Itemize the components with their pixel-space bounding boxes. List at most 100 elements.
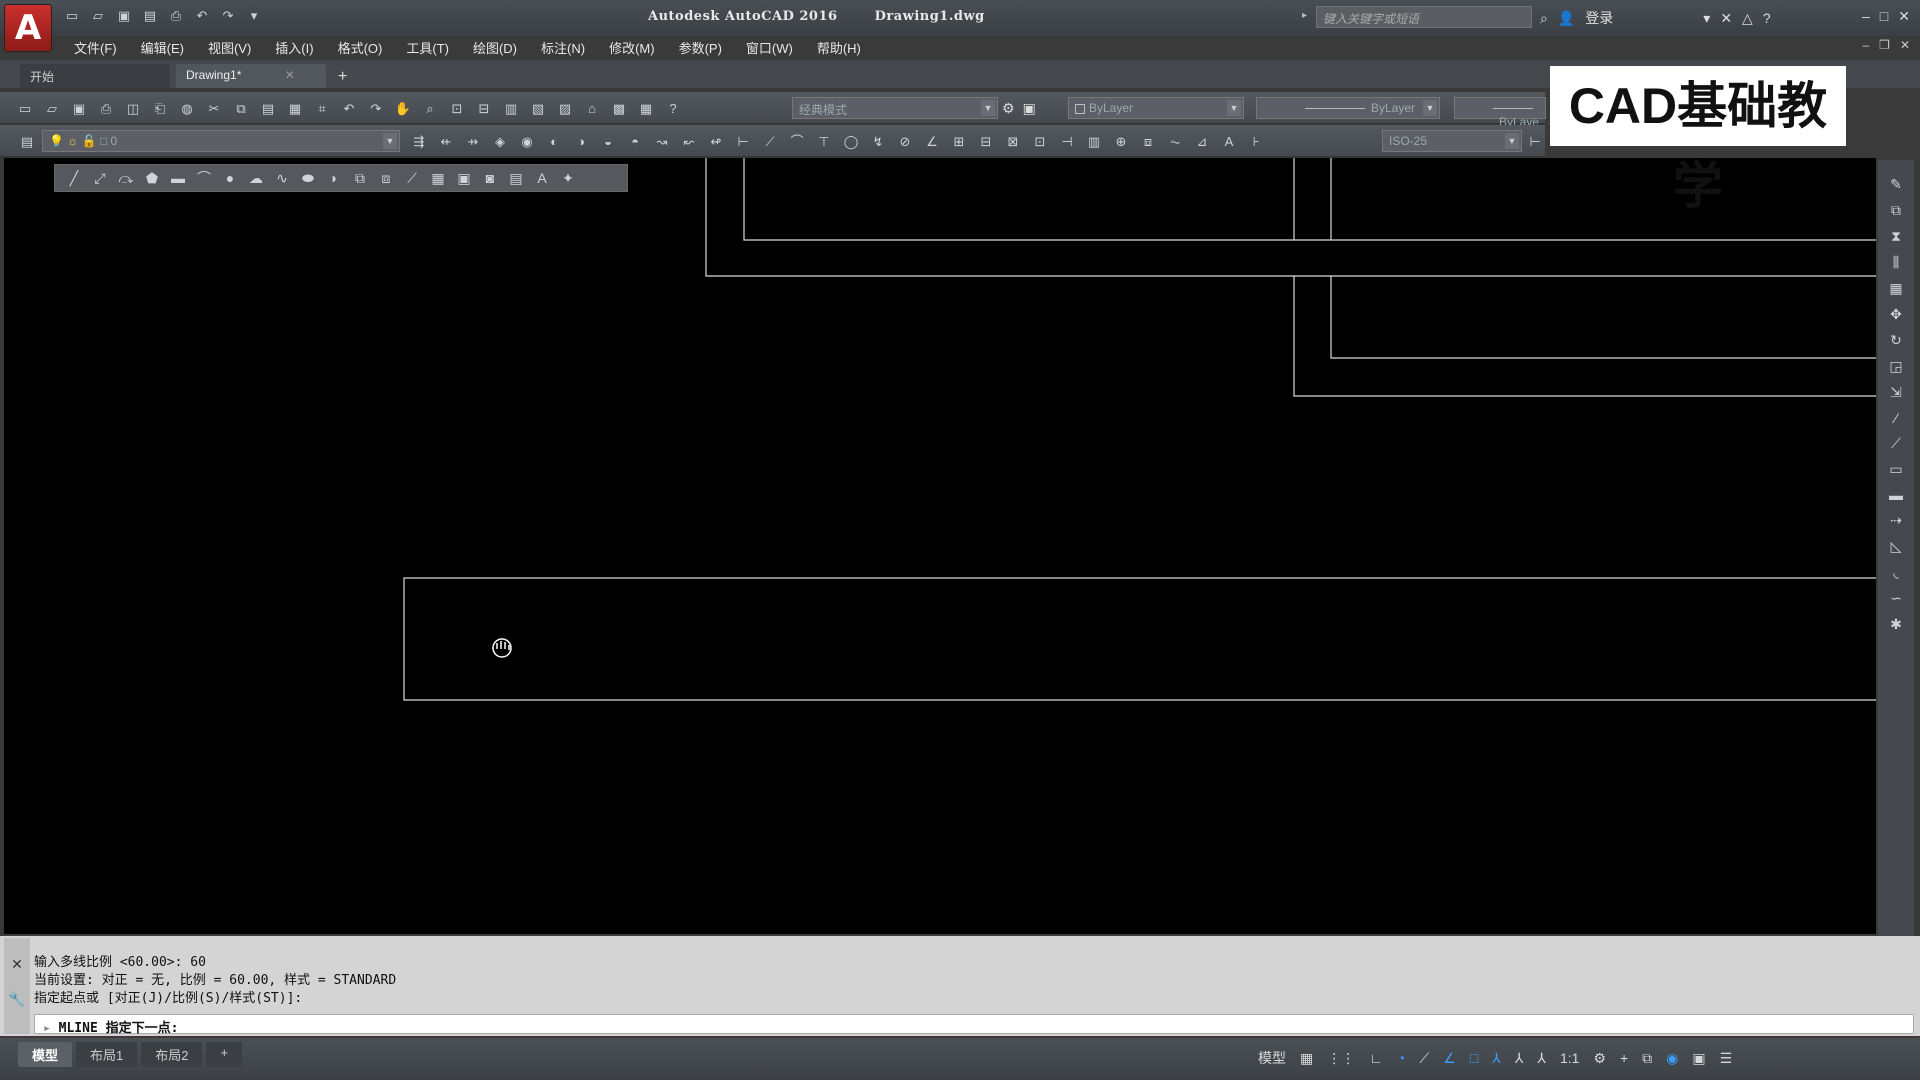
3d-dwf-icon[interactable]: ◍ [178, 100, 196, 118]
inspect-icon[interactable]: ⧈ [1139, 133, 1157, 151]
layer-properties-icon[interactable]: ▤ [18, 133, 36, 151]
add-layout-icon[interactable]: + [206, 1042, 243, 1067]
menu-draw[interactable]: 绘图(D) [461, 36, 529, 58]
hatch-icon[interactable]: ▦ [429, 170, 447, 187]
scale-value[interactable]: 1:1 [1560, 1050, 1579, 1066]
fillet-icon[interactable]: ◟ [1893, 564, 1898, 581]
multiline-text-icon[interactable]: A [533, 170, 551, 186]
preview-icon[interactable]: ◫ [124, 100, 142, 118]
menu-help[interactable]: 帮助(H) [805, 36, 873, 58]
break-at-point-icon[interactable]: ▭ [1889, 461, 1902, 478]
menu-insert[interactable]: 插入(I) [263, 36, 325, 58]
save-icon[interactable]: ▣ [114, 6, 134, 26]
redo-icon[interactable]: ↷ [218, 6, 238, 26]
dimstyle-select[interactable]: ISO-25 ▼ [1382, 130, 1522, 152]
lineweight-select[interactable]: ByLaye [1454, 97, 1546, 129]
close-command-icon[interactable]: ✕ [4, 956, 30, 973]
layer-previous-icon[interactable]: ⇷ [437, 133, 455, 151]
help-icon[interactable]: ? [664, 100, 682, 118]
copy-object-icon[interactable]: ⧉ [1891, 202, 1901, 219]
block-editor-icon[interactable]: ⌗ [313, 100, 331, 118]
quick-dim-icon[interactable]: ⊞ [950, 133, 968, 151]
layer-walk-icon[interactable]: ↝ [653, 133, 671, 151]
workspace-settings-icon[interactable]: ▣ [1023, 100, 1036, 117]
open-icon[interactable]: ▱ [43, 100, 61, 118]
undo-icon[interactable]: ↶ [340, 100, 358, 118]
match-properties-icon[interactable]: ▦ [286, 100, 304, 118]
pan-icon[interactable]: ✋ [394, 100, 412, 118]
scale-icon[interactable]: ◲ [1889, 358, 1902, 375]
layer-isolate-icon[interactable]: ◈ [491, 133, 509, 151]
linear-dim-icon[interactable]: ⊢ [734, 133, 752, 151]
model-space-button[interactable]: 模型 [1258, 1048, 1286, 1068]
doc-close-icon[interactable]: ✕ [1900, 38, 1910, 52]
layer-delete-icon[interactable]: ↫ [707, 133, 725, 151]
dim-edit-icon[interactable]: ⊿ [1193, 133, 1211, 151]
paste-icon[interactable]: ▤ [259, 100, 277, 118]
undo-icon[interactable]: ↶ [192, 6, 212, 26]
dim-space-icon[interactable]: ⊡ [1031, 133, 1049, 151]
insert-block-icon[interactable]: ⧉ [351, 170, 369, 187]
chamfer-icon[interactable]: ◺ [1891, 538, 1902, 555]
customize-dropdown-icon[interactable]: ▾ [244, 6, 264, 26]
jogged-dim-icon[interactable]: ↯ [869, 133, 887, 151]
rectangle-icon[interactable]: ▬ [169, 170, 187, 186]
table-icon[interactable]: ▤ [507, 170, 525, 187]
save-icon[interactable]: ▣ [70, 100, 88, 118]
maximize-icon[interactable]: □ [1880, 8, 1888, 25]
command-input[interactable]: ▸ MLINE 指定下一点: [34, 1014, 1914, 1036]
cut-icon[interactable]: ✂ [205, 100, 223, 118]
menu-file[interactable]: 文件(F) [62, 36, 129, 58]
close-icon[interactable]: ✕ [1898, 8, 1910, 25]
revision-cloud-icon[interactable]: ☁ [247, 170, 265, 187]
annotation-scale-auto-icon[interactable]: ⅄ [1515, 1050, 1524, 1067]
linetype-select[interactable]: ByLayer ▼ [1256, 97, 1440, 119]
markup-icon[interactable]: ▩ [610, 100, 628, 118]
gear-icon[interactable]: ⚙ [1002, 100, 1015, 117]
array-icon[interactable]: ▦ [1889, 280, 1902, 297]
tab-model[interactable]: 模型 [18, 1042, 73, 1067]
autodesk-360-icon[interactable]: △ [1742, 10, 1753, 27]
calculator-icon[interactable]: ▦ [637, 100, 655, 118]
object-snap-tracking-icon[interactable]: ∠ [1443, 1050, 1456, 1067]
open-icon[interactable]: ▱ [88, 6, 108, 26]
make-current-icon[interactable]: ⇶ [410, 133, 428, 151]
construction-line-icon[interactable]: ⤢ [91, 170, 109, 187]
help-icon[interactable]: ? [1763, 10, 1771, 26]
tolerance-icon[interactable]: ▥ [1085, 133, 1103, 151]
tab-drawing1[interactable]: Drawing1* ✕ [176, 64, 326, 88]
new-icon[interactable]: ▭ [16, 100, 34, 118]
publish-icon[interactable]: ⎗ [151, 100, 169, 118]
annotation-monitor-icon[interactable]: + [1620, 1050, 1628, 1066]
polar-tracking-icon[interactable]: ◔ [1397, 1050, 1405, 1066]
plot-icon[interactable]: ⎙ [97, 100, 115, 118]
login-button[interactable]: 登录 [1585, 8, 1613, 28]
layer-off-icon[interactable]: ◐ [545, 133, 563, 151]
menu-window[interactable]: 窗口(W) [734, 36, 805, 58]
drawing-canvas[interactable]: ╱ ⤢ ⤼ ⬟ ▬ ⌒ ● ☁ ∿ ⬬ ◗ ⧉ ⧈ ⟋ ▦ ▣ ◙ ▤ A ✦ [4, 158, 1876, 934]
trim-icon[interactable]: ⁄ [1895, 410, 1897, 426]
exchange-icon[interactable]: ✕ [1720, 10, 1732, 27]
blend-curves-icon[interactable]: ∽ [1890, 590, 1902, 607]
copy-icon[interactable]: ⧉ [232, 100, 250, 118]
region-icon[interactable]: ◙ [481, 170, 499, 186]
dimstyle-manager-icon[interactable]: ⊢ [1526, 133, 1544, 151]
user-icon[interactable]: 👤 [1558, 10, 1575, 27]
design-center-icon[interactable]: ▧ [529, 100, 547, 118]
workspace-select[interactable]: 经典模式 ▼ [792, 97, 998, 119]
sheet-set-icon[interactable]: ⌂ [583, 100, 601, 118]
menu-tools[interactable]: 工具(T) [394, 36, 461, 58]
zoom-realtime-icon[interactable]: ⌕ [421, 100, 439, 118]
save-as-icon[interactable]: ▤ [140, 6, 160, 26]
aligned-dim-icon[interactable]: ⟋ [761, 133, 779, 151]
ortho-icon[interactable]: ∟ [1369, 1050, 1383, 1066]
gradient-icon[interactable]: ▣ [455, 170, 473, 187]
radius-dim-icon[interactable]: ◯ [842, 133, 860, 151]
angular-dim-icon[interactable]: ∠ [923, 133, 941, 151]
layer-merge-icon[interactable]: ↜ [680, 133, 698, 151]
rotate-icon[interactable]: ↻ [1890, 332, 1902, 349]
layer-lock-icon[interactable]: ◒ [599, 133, 617, 151]
move-icon[interactable]: ✥ [1890, 306, 1902, 323]
tab-layout1[interactable]: 布局1 [76, 1042, 138, 1067]
spline-icon[interactable]: ∿ [273, 170, 291, 187]
